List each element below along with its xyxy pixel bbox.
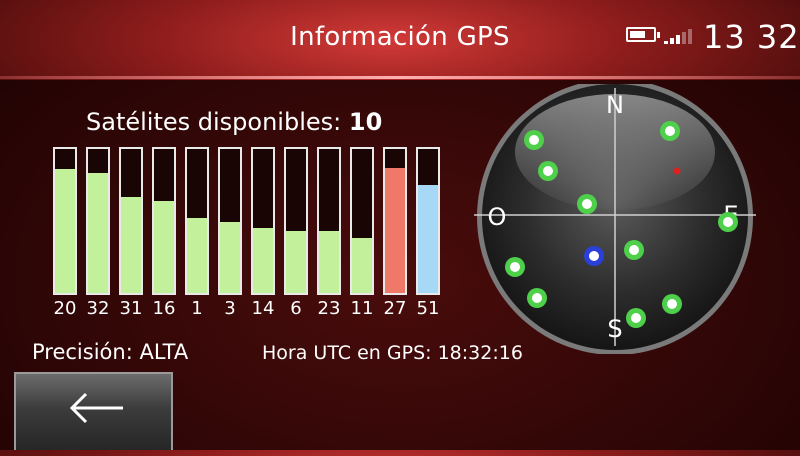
satellite-id-label: 23	[317, 298, 341, 319]
satellite-signal-bar	[350, 147, 374, 295]
satellite-signal-bar	[53, 147, 77, 295]
satellites-count: 10	[348, 108, 383, 136]
satellite-dot-center	[667, 299, 677, 309]
satellite-id-label: 16	[152, 298, 176, 319]
satellite-id-label: 14	[251, 298, 275, 319]
satellite-signal-bar	[86, 147, 110, 295]
precision-label: Precisión:	[32, 340, 133, 364]
satellite-signal-bar	[416, 147, 440, 295]
satellite-signal-bar	[317, 147, 341, 295]
satellites-available-label: Satélites disponibles:	[86, 108, 342, 136]
header-divider	[0, 76, 800, 79]
satellite-id-label: 32	[86, 298, 110, 319]
sky-view-radar: N S E O	[474, 84, 756, 354]
satellite-id-label: 3	[224, 298, 236, 319]
arrow-left-icon	[69, 392, 123, 424]
compass-north: N	[606, 91, 624, 119]
satellite-signal-level	[220, 222, 240, 293]
satellite-id-label: 31	[119, 298, 143, 319]
clock: 13 32	[703, 18, 800, 56]
signal-bar	[676, 35, 680, 44]
satellite-signal-level	[385, 167, 405, 293]
satellite-dot-center	[723, 217, 733, 227]
satellites-available-heading: Satélites disponibles: 10	[86, 108, 382, 136]
satellite-id-label: 51	[416, 298, 440, 319]
satellite-id-label: 1	[191, 298, 203, 319]
utc-label: Hora UTC en GPS:	[262, 342, 432, 364]
battery-level	[630, 31, 646, 38]
satellite-dot-center	[532, 293, 542, 303]
compass-west: O	[488, 203, 507, 231]
own-position-dot-center	[589, 251, 599, 261]
satellite-signal-level	[154, 200, 174, 293]
satellite-signal-level	[88, 173, 108, 293]
satellite-signal-level	[286, 231, 306, 293]
signal-bar	[664, 41, 668, 44]
compass-south: S	[607, 315, 622, 343]
satellite-dot-center	[665, 126, 675, 136]
satellite-signal-level	[418, 185, 438, 293]
satellite-signal-bar	[152, 147, 176, 295]
satellite-signal-level	[253, 228, 273, 293]
satellite-signal-level	[352, 238, 372, 293]
satellite-id-label: 27	[383, 298, 407, 319]
signal-bar	[670, 38, 674, 44]
satellite-signal-bar	[284, 147, 308, 295]
satellite-signal-bar	[119, 147, 143, 295]
back-button[interactable]	[14, 372, 173, 450]
battery-icon	[626, 27, 660, 42]
satellite-id-label: 11	[350, 298, 374, 319]
precision-readout: Precisión: ALTA	[32, 340, 188, 364]
signal-strength-icon	[664, 26, 698, 44]
satellite-signal-level	[319, 231, 339, 293]
marker-dot	[673, 167, 681, 175]
satellite-signal-level	[121, 196, 141, 293]
satellite-signal-level	[187, 218, 207, 293]
satellite-dot-center	[631, 313, 641, 323]
satellite-signal-bar	[185, 147, 209, 295]
satellite-id-label: 20	[53, 298, 77, 319]
satellite-signal-bar	[251, 147, 275, 295]
satellite-dot-center	[629, 245, 639, 255]
signal-bar	[688, 29, 692, 44]
satellite-signal-bar	[218, 147, 242, 295]
satellite-dot-center	[543, 166, 553, 176]
satellite-dot-center	[510, 262, 520, 272]
precision-value: ALTA	[139, 340, 189, 364]
satellite-id-label: 6	[290, 298, 302, 319]
satellite-signal-level	[55, 169, 75, 293]
satellite-signal-bar	[383, 147, 407, 295]
signal-bar	[682, 32, 686, 44]
satellite-dot-center	[582, 199, 592, 209]
satellite-dot-center	[529, 135, 539, 145]
